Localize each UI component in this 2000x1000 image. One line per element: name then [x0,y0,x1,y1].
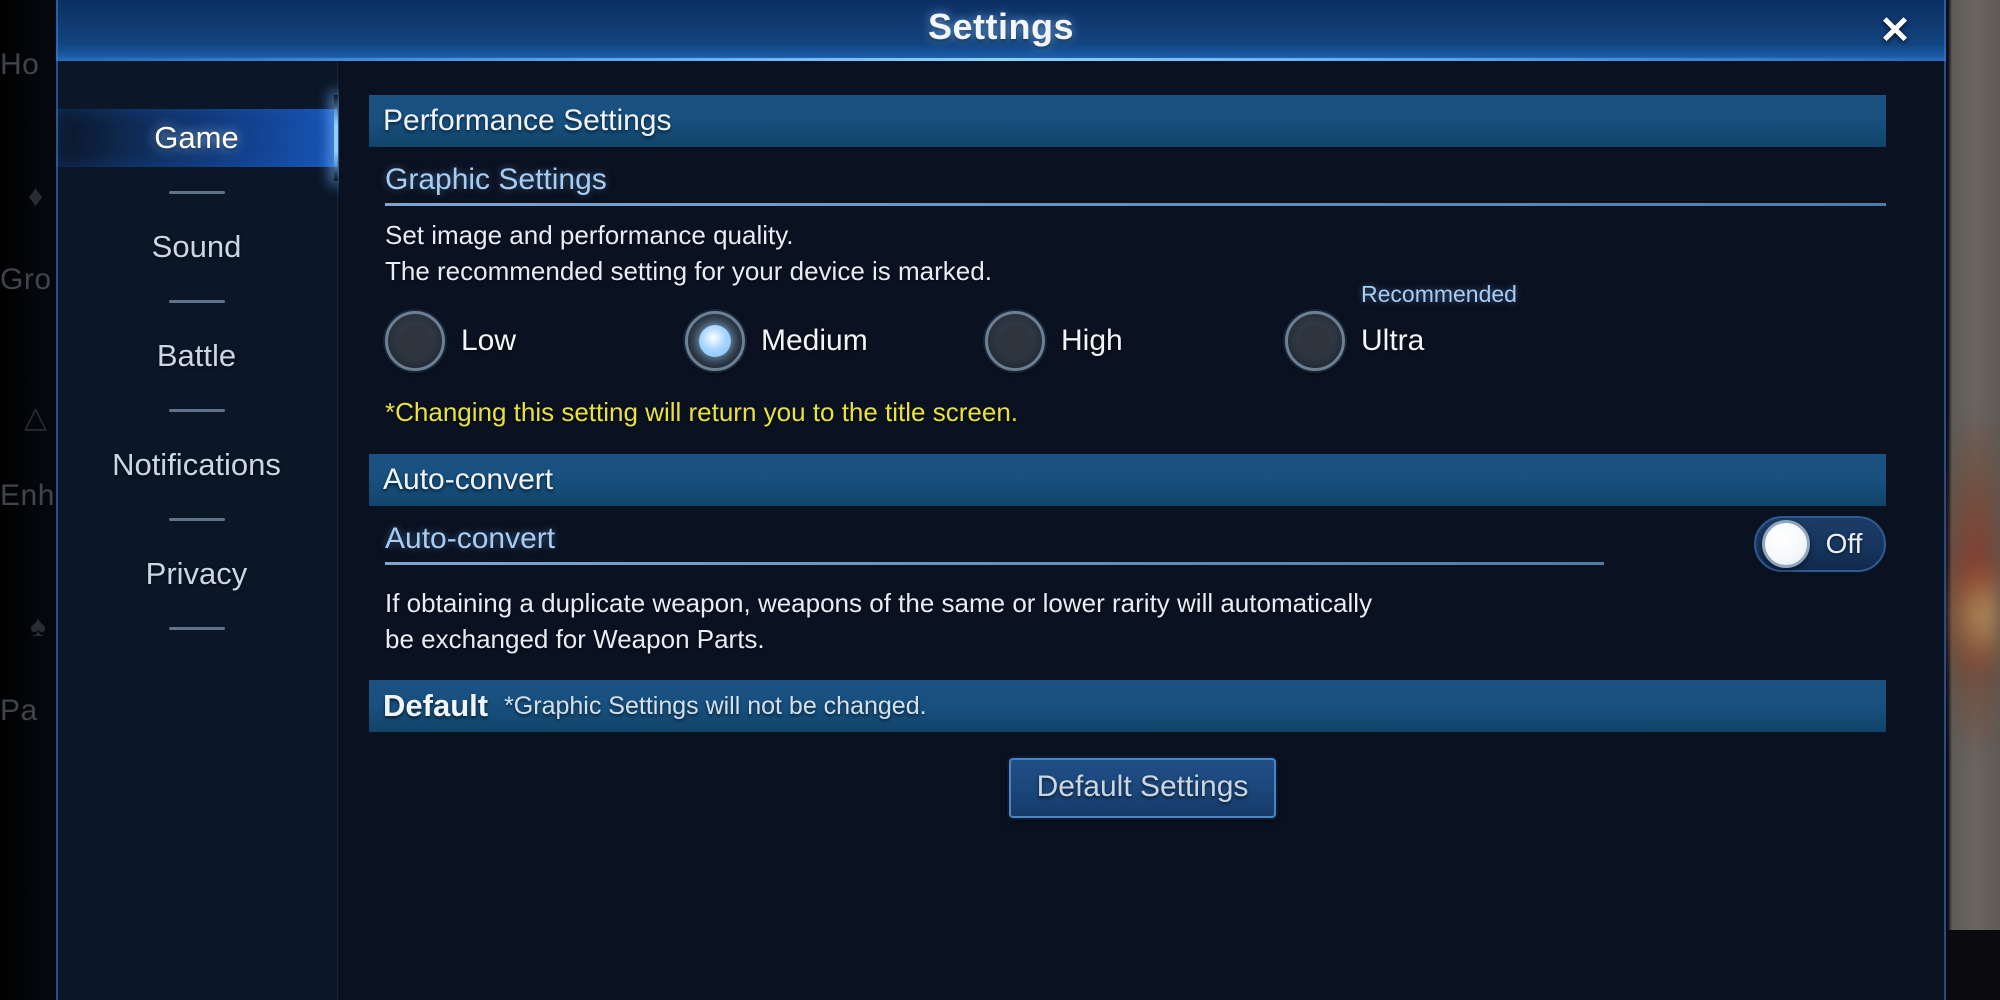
subsection-title-graphic: Graphic Settings [385,163,607,196]
settings-dialog: Settings ✕ Game Sound Battle Notificatio… [56,0,1946,1000]
default-settings-button-wrap: Default Settings [339,758,1946,819]
sidebar-item-game[interactable]: Game [56,95,338,181]
background-blur-blob-highlight [1945,560,2000,670]
background-diamond-icon: ♦ [28,180,44,213]
radio-label: Ultra [1361,323,1425,357]
subsection-rule [385,561,1604,565]
radio-label: Medium [761,323,868,357]
settings-sidebar: Game Sound Battle Notifications Privacy [56,61,338,1000]
sidebar-divider [168,300,225,303]
sidebar-item-notifications[interactable]: Notifications [56,436,337,494]
close-icon[interactable]: ✕ [1872,8,1918,54]
autoconvert-description-line2: be exchanged for Weapon Parts. [385,623,765,654]
graphic-warning-text: *Changing this setting will return you t… [385,396,1019,427]
graphic-description-line2: The recommended setting for your device … [385,256,992,287]
radio-circle-icon [385,310,445,371]
sidebar-item-label: Sound [151,229,242,264]
recommended-badge: Recommended [1361,280,1517,307]
toggle-state-label: Off [1825,527,1863,559]
graphic-quality-radio-group: Low Medium High Recommended Ultra [385,281,1886,371]
dialog-titlebar: Settings ✕ [56,0,1946,61]
sidebar-item-label: Privacy [145,556,248,591]
sidebar-divider [168,518,225,521]
section-note: *Graphic Settings will not be changed. [504,691,927,720]
background-label-growth: Gro [0,263,52,296]
radio-option-medium[interactable]: Medium [685,310,985,371]
radio-circle-icon [685,310,745,371]
background-triangle-icon: △ [24,401,48,434]
background-label-party: Pa [0,694,38,727]
section-title: Default [383,688,489,724]
radio-label: Low [461,323,517,357]
section-header-default: Default *Graphic Settings will not be ch… [369,680,1886,733]
section-header-performance: Performance Settings [369,95,1886,147]
autoconvert-toggle[interactable]: Off [1754,515,1886,572]
radio-label: High [1061,323,1123,357]
settings-content: Performance Settings Graphic Settings Se… [339,61,1946,1000]
sidebar-item-label: Game [154,120,239,155]
sidebar-item-label: Battle [156,338,237,373]
radio-option-low[interactable]: Low [385,310,685,371]
section-header-autoconvert: Auto-convert [369,453,1886,506]
toggle-knob [1762,519,1810,568]
page-title: Settings [927,6,1074,47]
section-title: Performance Settings [383,104,672,137]
sidebar-item-battle[interactable]: Battle [56,327,337,385]
sidebar-divider [168,627,225,630]
radio-circle-icon [985,310,1045,371]
sidebar-item-sound[interactable]: Sound [56,218,337,276]
default-settings-button[interactable]: Default Settings [1008,758,1277,819]
section-title: Auto-convert [383,462,554,496]
sidebar-top-spacer [56,61,337,109]
sidebar-divider [168,409,225,412]
graphic-settings-block: Graphic Settings Set image and performan… [339,147,1946,428]
radio-option-ultra[interactable]: Recommended Ultra [1285,281,1517,371]
autoconvert-block: Auto-convert Off If obtaining a duplicat… [339,506,1946,657]
background-label-enhance: Enh [0,479,55,512]
sidebar-item-label: Notifications [112,447,281,482]
background-spade-icon: ♠ [30,610,46,643]
background-label-home: Ho [0,48,40,81]
subsection-rule [385,203,1886,206]
sidebar-divider [168,191,225,194]
sidebar-item-privacy[interactable]: Privacy [56,545,337,603]
radio-option-high[interactable]: High [985,310,1285,371]
radio-circle-icon [1285,310,1345,371]
subsection-title-autoconvert: Auto-convert [385,521,556,555]
graphic-description-line1: Set image and performance quality. [385,220,794,250]
autoconvert-description-line1: If obtaining a duplicate weapon, weapons… [385,587,1373,618]
